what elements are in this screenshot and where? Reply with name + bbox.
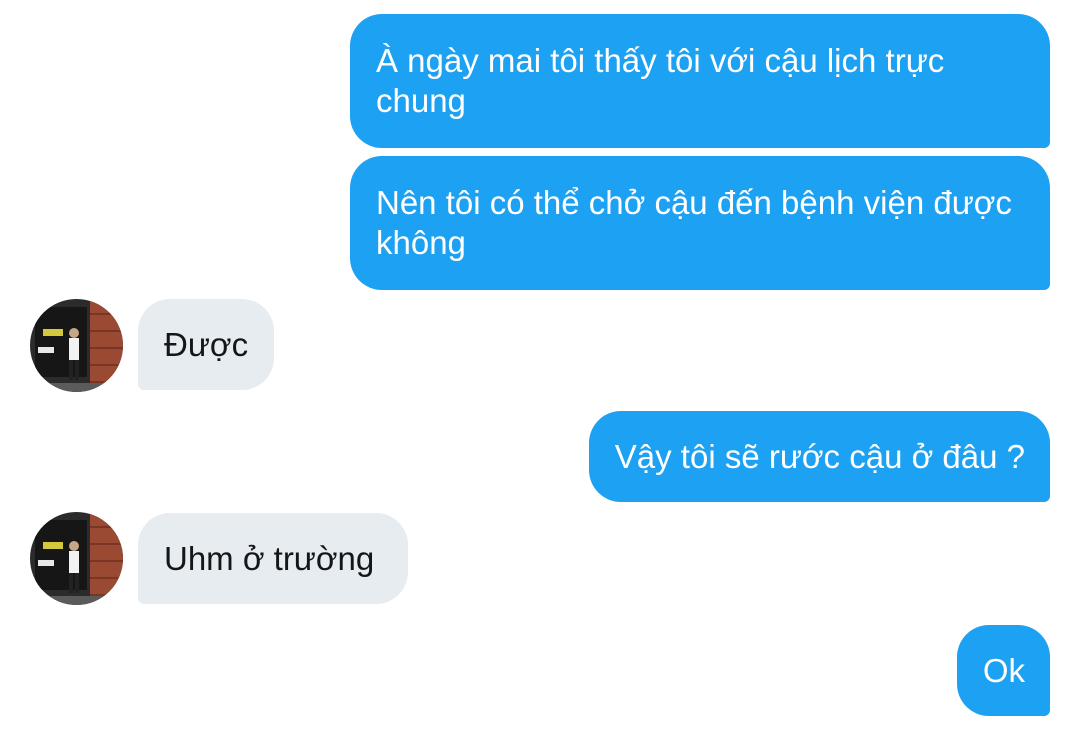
- outgoing-message-bubble[interactable]: Vậy tôi sẽ rước cậu ở đâu ?: [588, 411, 1050, 502]
- incoming-message-bubble[interactable]: Uhm ở trường: [138, 513, 409, 604]
- message-text: À ngày mai tôi thấy tôi với cậu lịch trự…: [376, 42, 945, 119]
- message-text: Nên tôi có thể chở cậu đến bệnh viện đượ…: [376, 184, 1012, 261]
- outgoing-message-bubble[interactable]: Nên tôi có thể chở cậu đến bệnh viện đượ…: [350, 156, 1050, 290]
- message-text: Uhm ở trường: [164, 540, 375, 577]
- contact-avatar[interactable]: [30, 512, 123, 605]
- contact-avatar[interactable]: [30, 299, 123, 392]
- contact-photo-icon: [30, 512, 123, 605]
- outgoing-message-bubble[interactable]: Ok: [956, 625, 1050, 716]
- outgoing-message-bubble[interactable]: À ngày mai tôi thấy tôi với cậu lịch trự…: [350, 14, 1050, 148]
- message-text: Vậy tôi sẽ rước cậu ở đâu ?: [614, 438, 1025, 475]
- message-text: Ok: [982, 652, 1025, 689]
- contact-photo-icon: [30, 299, 123, 392]
- incoming-message-bubble[interactable]: Được: [138, 299, 275, 390]
- message-text: Được: [164, 326, 249, 363]
